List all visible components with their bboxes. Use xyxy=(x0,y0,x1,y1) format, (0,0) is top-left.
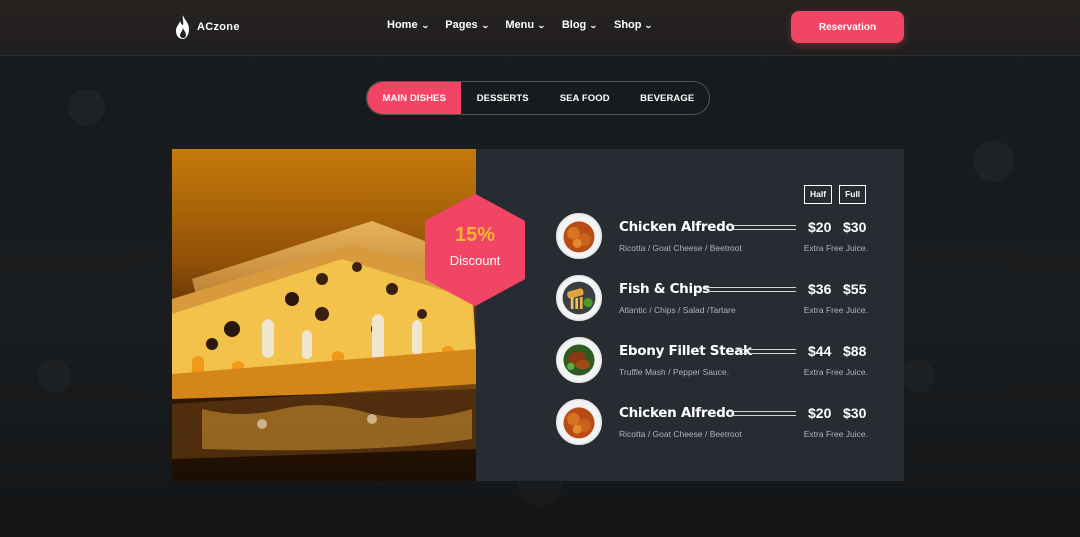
dotted-separator xyxy=(730,225,796,230)
chevron-down-icon: ⌄ xyxy=(537,20,546,30)
steak-icon xyxy=(556,337,602,383)
discount-percent: 15% xyxy=(454,224,496,246)
tab-main-dishes[interactable]: MAIN DISHES xyxy=(367,82,462,114)
flame-icon xyxy=(176,15,189,39)
price-full: $30 xyxy=(843,405,867,421)
menu-item-extra: Extra Free Juice. xyxy=(803,367,868,377)
price-half: $44 xyxy=(808,343,832,359)
full-label: Full xyxy=(839,185,867,204)
tab-sea-food[interactable]: SEA FOOD xyxy=(544,82,626,114)
brand-name: ACzone xyxy=(197,21,240,33)
tab-beverage[interactable]: BEVERAGE xyxy=(625,82,709,114)
menu-item-name: Fish & Chips xyxy=(619,281,710,297)
chevron-down-icon: ⌄ xyxy=(420,20,430,30)
price-full: $30 xyxy=(843,219,867,235)
chevron-down-icon: ⌄ xyxy=(644,20,654,30)
menu-item-description: Ricotta / Goat Cheese / Beetroot xyxy=(619,429,742,439)
menu-item[interactable]: Chicken Alfredo $20 $30 Ricotta / Goat C… xyxy=(556,213,868,259)
menu-card: 15% Discount Half Full Chicken Alfredo $… xyxy=(172,149,904,481)
reservation-button[interactable]: Reservation xyxy=(791,11,904,43)
nav-item-menu[interactable]: Menu ⌄ xyxy=(505,19,546,31)
nav-item-shop[interactable]: Shop ⌄ xyxy=(613,19,654,31)
price-half: $20 xyxy=(808,405,832,421)
menu-item-name: Chicken Alfredo xyxy=(619,405,735,421)
tab-desserts[interactable]: DESSERTS xyxy=(461,82,544,114)
menu-item-extra: Extra Free Juice. xyxy=(803,429,868,439)
main-nav: Home ⌄ Pages ⌄ Menu ⌄ Blog ⌄ Shop ⌄ xyxy=(387,19,654,31)
nav-item-blog[interactable]: Blog ⌄ xyxy=(561,19,598,31)
nav-item-pages[interactable]: Pages ⌄ xyxy=(445,19,490,31)
price-half: $20 xyxy=(808,219,832,235)
menu-item-description: Atlantic / Chips / Salad /Tartare xyxy=(619,305,736,315)
menu-item-description: Truffle Mash / Pepper Sauce. xyxy=(619,367,730,377)
price-full: $88 xyxy=(843,343,867,359)
nav-label: Shop xyxy=(613,19,642,31)
menu-item-extra: Extra Free Juice. xyxy=(803,243,868,253)
nav-label: Home xyxy=(387,19,418,31)
discount-label: Discount xyxy=(449,253,501,268)
nav-label: Menu xyxy=(505,19,535,31)
logo[interactable]: ACzone xyxy=(173,14,240,40)
menu-item[interactable]: Ebony Fillet Steak $44 $88 Truffle Mash … xyxy=(556,337,868,383)
price-full: $55 xyxy=(843,281,867,297)
price-half: $36 xyxy=(808,281,832,297)
site-header: ACzone Home ⌄ Pages ⌄ Menu ⌄ Blog ⌄ Shop… xyxy=(0,0,1080,56)
chevron-down-icon: ⌄ xyxy=(589,20,598,30)
hexagon-shape xyxy=(425,194,525,306)
menu-item[interactable]: Fish & Chips $36 $55 Atlantic / Chips / … xyxy=(556,275,868,321)
menu-item-name: Ebony Fillet Steak xyxy=(619,343,752,359)
chevron-down-icon: ⌄ xyxy=(480,20,490,30)
fried-chicken-icon xyxy=(556,399,602,445)
dotted-separator xyxy=(705,287,796,292)
nav-label: Pages xyxy=(445,19,478,31)
discount-badge: 15% Discount xyxy=(423,194,527,306)
menu-item-description: Ricotta / Goat Cheese / Beetroot xyxy=(619,243,742,253)
menu-item-extra: Extra Free Juice. xyxy=(803,305,868,315)
fish-and-chips-icon xyxy=(556,275,602,321)
fried-chicken-icon xyxy=(556,213,602,259)
nav-item-home[interactable]: Home ⌄ xyxy=(387,19,430,31)
nav-label: Blog xyxy=(561,19,587,31)
dotted-separator xyxy=(730,411,796,416)
dotted-separator xyxy=(737,349,796,354)
menu-item-name: Chicken Alfredo xyxy=(619,219,735,235)
menu-category-tabs: MAIN DISHES DESSERTS SEA FOOD BEVERAGE xyxy=(366,81,710,115)
size-labels: Half Full xyxy=(804,185,867,204)
half-label: Half xyxy=(804,185,833,204)
menu-item[interactable]: Chicken Alfredo $20 $30 Ricotta / Goat C… xyxy=(556,399,868,445)
